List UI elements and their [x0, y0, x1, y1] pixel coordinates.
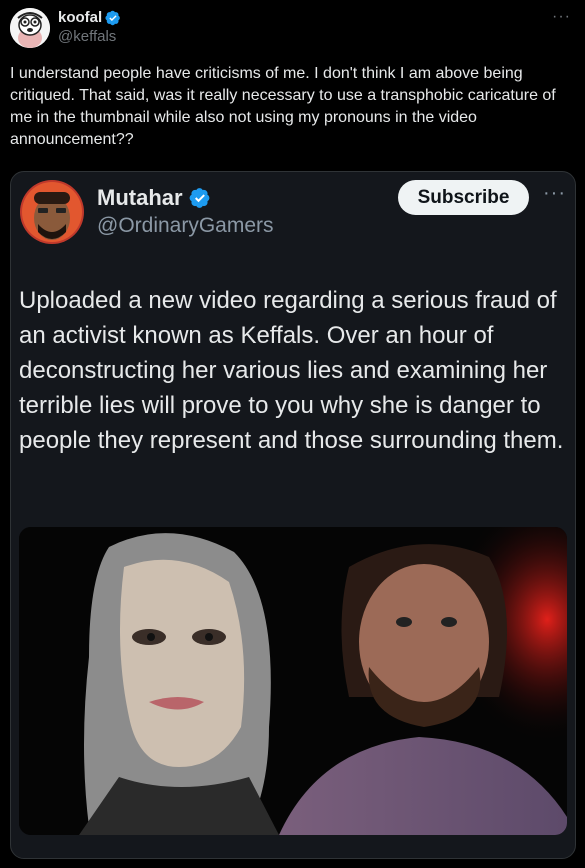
quoted-post-text: Uploaded a new video regarding a serious… — [19, 287, 564, 454]
author-handle[interactable]: @keffals — [58, 27, 121, 46]
profile-photo-icon — [20, 180, 84, 244]
quoted-author-avatar[interactable] — [20, 180, 84, 244]
verified-badge-icon — [105, 10, 121, 25]
more-options-icon[interactable]: ··· — [552, 8, 571, 26]
quoted-handle[interactable]: @OrdinaryGamers — [97, 212, 274, 240]
thumbnail-image — [19, 527, 567, 835]
cartoon-avatar-icon — [10, 8, 50, 48]
more-options-icon[interactable]: ··· — [543, 182, 566, 205]
author-display-name[interactable]: koofal — [58, 8, 102, 27]
quoted-post-card[interactable]: Mutahar @OrdinaryGamers Subscribe ··· Up… — [10, 171, 576, 859]
author-info: koofal @keffals — [58, 8, 121, 46]
quoted-author-info: Mutahar @OrdinaryGamers — [97, 184, 274, 240]
verified-badge-icon — [189, 188, 209, 208]
video-thumbnail[interactable] — [19, 527, 567, 835]
quoted-display-name[interactable]: Mutahar — [97, 184, 183, 212]
post-text: I understand people have criticisms of m… — [10, 65, 556, 148]
author-avatar[interactable] — [10, 8, 50, 48]
subscribe-button[interactable]: Subscribe — [398, 180, 529, 215]
